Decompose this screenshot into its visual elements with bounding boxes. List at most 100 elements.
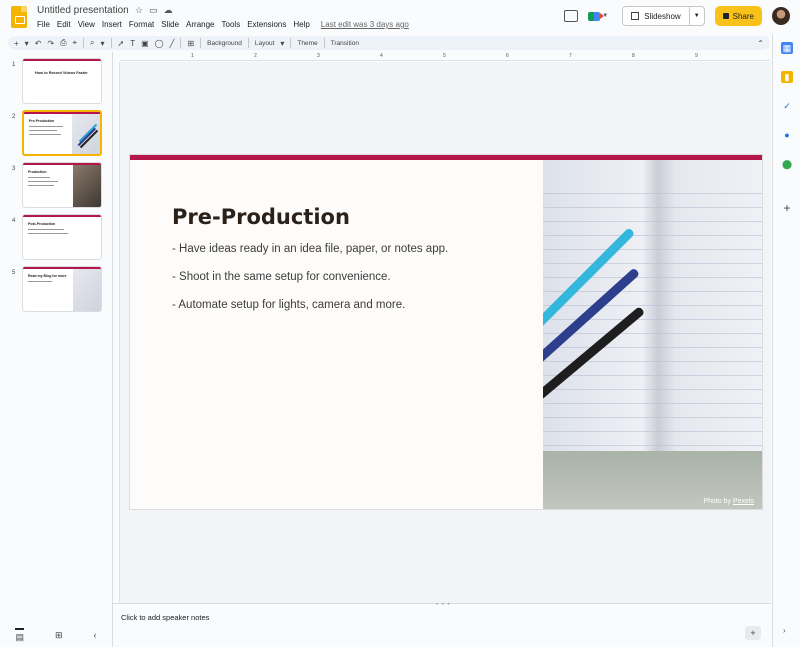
menu-slide[interactable]: Slide — [161, 20, 184, 29]
slide-thumbnail[interactable]: Read my Blog for more — [22, 266, 102, 312]
menu-extensions[interactable]: Extensions — [247, 20, 291, 29]
keep-icon[interactable]: ▮ — [781, 71, 793, 83]
explore-icon[interactable]: + — [745, 626, 761, 640]
slide-thumbnail[interactable]: How to Record Videos Faster — [22, 58, 102, 104]
share-button[interactable]: Share — [714, 6, 762, 26]
shape-icon[interactable]: ◯ — [155, 39, 164, 48]
thumbnail-title: Post-Production — [28, 222, 56, 226]
thumbnail-title: How to Record Videos Faster — [35, 71, 88, 75]
slide-thumbnail[interactable]: Post-Production — [22, 214, 102, 260]
new-slide-icon[interactable]: + — [14, 39, 19, 48]
calendar-icon[interactable]: ▦ — [781, 42, 793, 54]
filmstrip-view-controls: ▤ ⊞ ‹ — [0, 623, 112, 647]
current-slide[interactable]: Pre-Production - Have ideas ready in an … — [129, 154, 763, 510]
menu-file[interactable]: File — [37, 20, 55, 29]
meet-icon — [588, 11, 605, 21]
resize-handle[interactable]: • • • — [436, 602, 451, 608]
ruler-mark: 6 — [506, 53, 509, 59]
maps-icon[interactable]: ⬤ — [781, 158, 793, 170]
move-folder-icon[interactable]: ▭ — [149, 5, 158, 16]
document-title[interactable]: Untitled presentation — [37, 5, 129, 16]
menu-format[interactable]: Format — [129, 20, 159, 29]
slide-thumbnail-selected[interactable]: Pre-Production — [22, 110, 102, 156]
undo-icon[interactable]: ↶ — [35, 39, 42, 48]
add-addon-icon[interactable]: + — [781, 202, 793, 214]
star-icon[interactable]: ☆ — [135, 5, 143, 16]
slide-number: 5 — [12, 270, 16, 276]
slide-thumbnail-row[interactable]: 1 How to Record Videos Faster — [0, 58, 112, 106]
zoom-icon[interactable]: ⌕ — [90, 38, 94, 48]
slideshow-label: Slideshow — [644, 11, 681, 21]
vertical-ruler — [113, 62, 120, 602]
photo-credit-prefix: Photo by — [703, 498, 733, 505]
collapse-panel-icon[interactable]: ‹ — [93, 630, 96, 640]
theme-button[interactable]: Theme — [297, 40, 317, 47]
toolbar-divider — [110, 38, 112, 48]
text-box-icon[interactable]: T — [130, 39, 135, 48]
layout-button[interactable]: Layout — [255, 40, 275, 47]
menu-bar: File Edit View Insert Format Slide Arran… — [37, 20, 416, 29]
slide-bullets[interactable]: - Have ideas ready in an idea file, pape… — [172, 243, 448, 327]
slide-thumbnail-row[interactable]: 4 Post-Production — [0, 214, 112, 262]
slide-thumbnail-row[interactable]: 3 Production — [0, 162, 112, 210]
background-button[interactable]: Background — [207, 40, 242, 47]
menu-tools[interactable]: Tools — [222, 20, 246, 29]
menu-help[interactable]: Help — [293, 20, 314, 29]
thumbnail-image — [72, 114, 100, 154]
ruler-mark: 9 — [695, 53, 698, 59]
thumbnail-text-line — [28, 177, 50, 178]
grid-view-icon[interactable]: ⊞ — [55, 630, 63, 641]
collapse-toolbar-icon[interactable]: ⌃ — [757, 39, 764, 48]
menu-insert[interactable]: Insert — [102, 20, 127, 29]
ruler-mark: 4 — [380, 53, 383, 59]
chevron-down-icon[interactable]: ▾ — [25, 39, 29, 48]
comment-history-icon[interactable] — [564, 10, 579, 22]
menu-arrange[interactable]: Arrange — [186, 20, 219, 29]
notebook-lines — [543, 180, 762, 450]
redo-icon[interactable]: ↷ — [47, 39, 54, 48]
image-icon[interactable]: ▣ — [141, 39, 149, 48]
lock-icon — [722, 13, 729, 19]
slides-logo-icon[interactable] — [11, 6, 27, 28]
avatar[interactable] — [772, 7, 790, 25]
select-cursor-icon[interactable]: ➚ — [118, 39, 125, 48]
last-edit-link[interactable]: Last edit was 3 days ago — [321, 20, 414, 29]
slide-number: 2 — [12, 114, 16, 120]
slide-thumbnail-row[interactable]: 2 Pre-Production — [0, 110, 112, 158]
photo-credit-link[interactable]: Pexels — [733, 498, 754, 505]
thumbnail-image — [73, 165, 101, 207]
toolbar-divider — [200, 38, 202, 48]
toolbar: + ▾ ↶ ↷ ⎙ ⌖ ⌕ ▾ ➚ T ▣ ◯ ╱ ⊞ Background L… — [8, 36, 770, 50]
ruler-mark: 8 — [632, 53, 635, 59]
add-comment-icon[interactable]: ⊞ — [187, 39, 194, 48]
cloud-status-icon[interactable]: ☁ — [164, 5, 173, 16]
menu-edit[interactable]: Edit — [57, 20, 76, 29]
paint-format-icon[interactable]: ⌖ — [73, 38, 78, 48]
tasks-icon[interactable]: ✓ — [781, 100, 793, 112]
line-icon[interactable]: ╱ — [170, 39, 175, 48]
chevron-down-icon[interactable]: ▾ — [101, 39, 105, 48]
chevron-down-icon[interactable]: ▾ — [280, 39, 284, 48]
present-icon — [631, 12, 640, 20]
contacts-icon[interactable]: ● — [781, 129, 793, 141]
menu-view[interactable]: View — [78, 20, 100, 29]
slideshow-button[interactable]: Slideshow — [623, 7, 690, 25]
transition-button[interactable]: Transition — [331, 40, 359, 47]
thumbnail-image — [73, 269, 101, 311]
filmstrip-view-icon[interactable]: ▤ — [15, 627, 24, 643]
speaker-notes[interactable]: Click to add speaker notes — [121, 613, 209, 622]
meet-button[interactable]: ▼ — [588, 8, 612, 24]
slide-number: 4 — [12, 218, 16, 224]
thumbnail-title: Pre-Production — [29, 119, 55, 123]
slide-filmstrip: 1 How to Record Videos Faster 2 Pre-Prod… — [0, 52, 112, 623]
share-label: Share — [732, 11, 754, 21]
slide-photo[interactable]: Photo by Pexels — [543, 160, 762, 509]
thumbnail-text-line — [28, 229, 64, 230]
print-icon[interactable]: ⎙ — [60, 38, 66, 48]
slide-thumbnail-row[interactable]: 5 Read my Blog for more — [0, 266, 112, 314]
slide-thumbnail[interactable]: Production — [22, 162, 102, 208]
slideshow-button-group: Slideshow ▼ — [622, 6, 705, 26]
slideshow-options-button[interactable]: ▼ — [690, 13, 704, 19]
expand-panel-icon[interactable]: › — [783, 626, 786, 635]
slide-title[interactable]: Pre-Production — [172, 205, 350, 229]
